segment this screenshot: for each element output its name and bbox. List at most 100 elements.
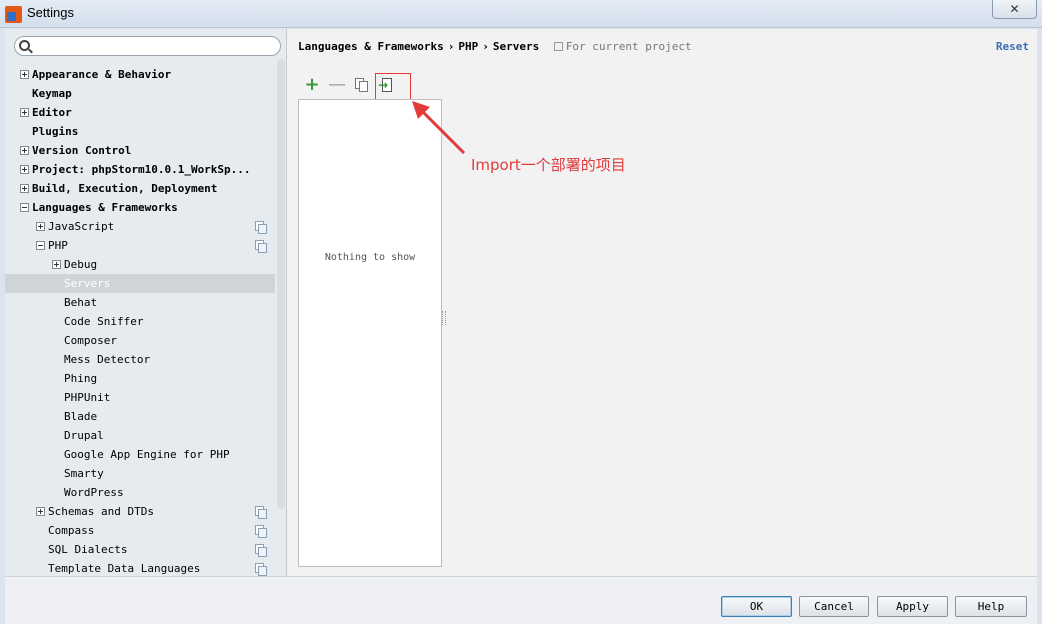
- project-scope-icon: [255, 525, 267, 538]
- expand-icon[interactable]: [52, 260, 61, 269]
- project-scope-icon: [255, 506, 267, 519]
- tree-item[interactable]: JavaScript: [5, 217, 275, 236]
- tree-item-label: JavaScript: [48, 220, 115, 233]
- settings-search[interactable]: [14, 36, 281, 56]
- collapse-icon[interactable]: [36, 241, 45, 250]
- settings-frame: Appearance & Behavior Keymap Editor Plugins…: [5, 29, 1037, 624]
- servers-panel: Languages & Frameworks › PHP › Servers For c…: [288, 29, 1037, 576]
- tree-item-label: Build, Execution, Deployment: [32, 182, 218, 195]
- tree-item-label: Mess Detector: [64, 353, 151, 366]
- empty-list-text: Nothing to show: [324, 252, 416, 263]
- tree-item-label: Behat: [64, 296, 98, 309]
- tree-item[interactable]: Keymap: [5, 84, 275, 103]
- tree-item[interactable]: Version Control: [5, 141, 275, 160]
- tree-item[interactable]: Code Sniffer: [5, 312, 275, 331]
- tree-item[interactable]: Composer: [5, 331, 275, 350]
- close-button[interactable]: ✕: [992, 0, 1037, 19]
- splitter-handle[interactable]: [442, 311, 446, 325]
- expand-icon[interactable]: [20, 184, 29, 193]
- settings-sidebar: Appearance & Behavior Keymap Editor Plugins…: [5, 29, 287, 576]
- ok-button[interactable]: OK: [721, 596, 792, 617]
- tree-item[interactable]: Plugins: [5, 122, 275, 141]
- servers-list[interactable]: Nothing to show: [298, 99, 442, 567]
- search-input[interactable]: [35, 38, 275, 54]
- tree-item-label: Version Control: [32, 144, 132, 157]
- tree-item[interactable]: Phing: [5, 369, 275, 388]
- tree-item-label: Drupal: [64, 429, 104, 442]
- copy-icon[interactable]: [352, 75, 370, 95]
- breadcrumb-separator: ›: [482, 40, 489, 53]
- expand-icon[interactable]: [36, 222, 45, 231]
- tree-item[interactable]: Build, Execution, Deployment: [5, 179, 275, 198]
- dialog-footer: OK Cancel Apply Help: [5, 576, 1037, 624]
- tree-item[interactable]: Editor: [5, 103, 275, 122]
- import-highlight-box: [375, 73, 411, 101]
- tree-item-label: Keymap: [32, 87, 72, 100]
- cancel-button[interactable]: Cancel: [799, 596, 869, 617]
- annotation-arrow-icon: [412, 101, 466, 155]
- project-scope-icon: [255, 544, 267, 557]
- tree-item-label: Plugins: [32, 125, 79, 138]
- tree-item[interactable]: Behat: [5, 293, 275, 312]
- add-server-button[interactable]: +: [303, 75, 321, 95]
- tree-item-label: Languages & Frameworks: [32, 201, 178, 214]
- tree-item-label: Blade: [64, 410, 98, 423]
- sidebar-scrollbar[interactable]: [277, 59, 285, 509]
- expand-icon[interactable]: [20, 165, 29, 174]
- tree-item[interactable]: Google App Engine for PHP: [5, 445, 275, 464]
- tree-item[interactable]: Project: phpStorm10.0.1_WorkSp...: [5, 160, 275, 179]
- breadcrumb-separator: ›: [447, 40, 455, 53]
- tree-item-label: Code Sniffer: [64, 315, 144, 328]
- tree-item[interactable]: SQL Dialects: [5, 540, 275, 559]
- tree-item-label: Schemas and DTDs: [48, 505, 154, 518]
- tree-item-label: Smarty: [64, 467, 104, 480]
- collapse-icon[interactable]: [20, 203, 29, 212]
- tree-item-label: Phing: [64, 372, 98, 385]
- tree-item[interactable]: Languages & Frameworks: [5, 198, 275, 217]
- tree-item[interactable]: Compass: [5, 521, 275, 540]
- help-button[interactable]: Help: [955, 596, 1027, 617]
- tree-item-label: Composer: [64, 334, 117, 347]
- tree-item[interactable]: Drupal: [5, 426, 275, 445]
- tree-item[interactable]: Appearance & Behavior: [5, 65, 275, 84]
- tree-item-label: Google App Engine for PHP: [64, 448, 230, 461]
- expand-icon[interactable]: [20, 146, 29, 155]
- breadcrumb-item: Servers: [492, 40, 540, 53]
- tree-item[interactable]: Debug: [5, 255, 275, 274]
- reset-link[interactable]: Reset: [996, 40, 1029, 53]
- breadcrumb-item: PHP: [458, 40, 479, 53]
- scope-note: For current project: [553, 40, 692, 53]
- tree-item-label: Debug: [64, 258, 98, 271]
- window-title: Settings: [27, 5, 74, 20]
- expand-icon[interactable]: [36, 507, 45, 516]
- tree-item[interactable]: PHP: [5, 236, 275, 255]
- tree-item-label: Appearance & Behavior: [32, 68, 172, 81]
- breadcrumb: Languages & Frameworks › PHP › Servers For c…: [298, 40, 692, 53]
- tree-item[interactable]: Blade: [5, 407, 275, 426]
- tree-item[interactable]: PHPUnit: [5, 388, 275, 407]
- breadcrumb-item: Languages & Frameworks: [298, 40, 444, 53]
- annotation-text: Import一个部署的项目: [471, 156, 626, 174]
- tree-item-label: Project: phpStorm10.0.1_WorkSp...: [32, 163, 251, 176]
- project-scope-icon: [255, 240, 267, 253]
- search-icon: [19, 40, 30, 51]
- tree-item[interactable]: Servers: [5, 274, 275, 293]
- tree-item-label: PHPUnit: [64, 391, 111, 404]
- tree-item-label: Compass: [48, 524, 95, 537]
- phpstorm-app-icon: [5, 6, 22, 23]
- tree-item-label: Editor: [32, 106, 72, 119]
- project-scope-icon: [255, 221, 267, 234]
- tree-item[interactable]: WordPress: [5, 483, 275, 502]
- scope-note-text: For current project: [565, 40, 692, 53]
- project-scope-icon: [255, 563, 267, 576]
- expand-icon[interactable]: [20, 70, 29, 79]
- expand-icon[interactable]: [20, 108, 29, 117]
- tree-item[interactable]: Smarty: [5, 464, 275, 483]
- settings-tree: Appearance & Behavior Keymap Editor Plugins…: [5, 65, 275, 578]
- tree-item-label: Servers: [64, 277, 111, 290]
- tree-item[interactable]: Mess Detector: [5, 350, 275, 369]
- title-bar: Settings ✕: [0, 0, 1042, 28]
- apply-button[interactable]: Apply: [877, 596, 948, 617]
- remove-server-button[interactable]: —: [328, 75, 346, 95]
- tree-item[interactable]: Schemas and DTDs: [5, 502, 275, 521]
